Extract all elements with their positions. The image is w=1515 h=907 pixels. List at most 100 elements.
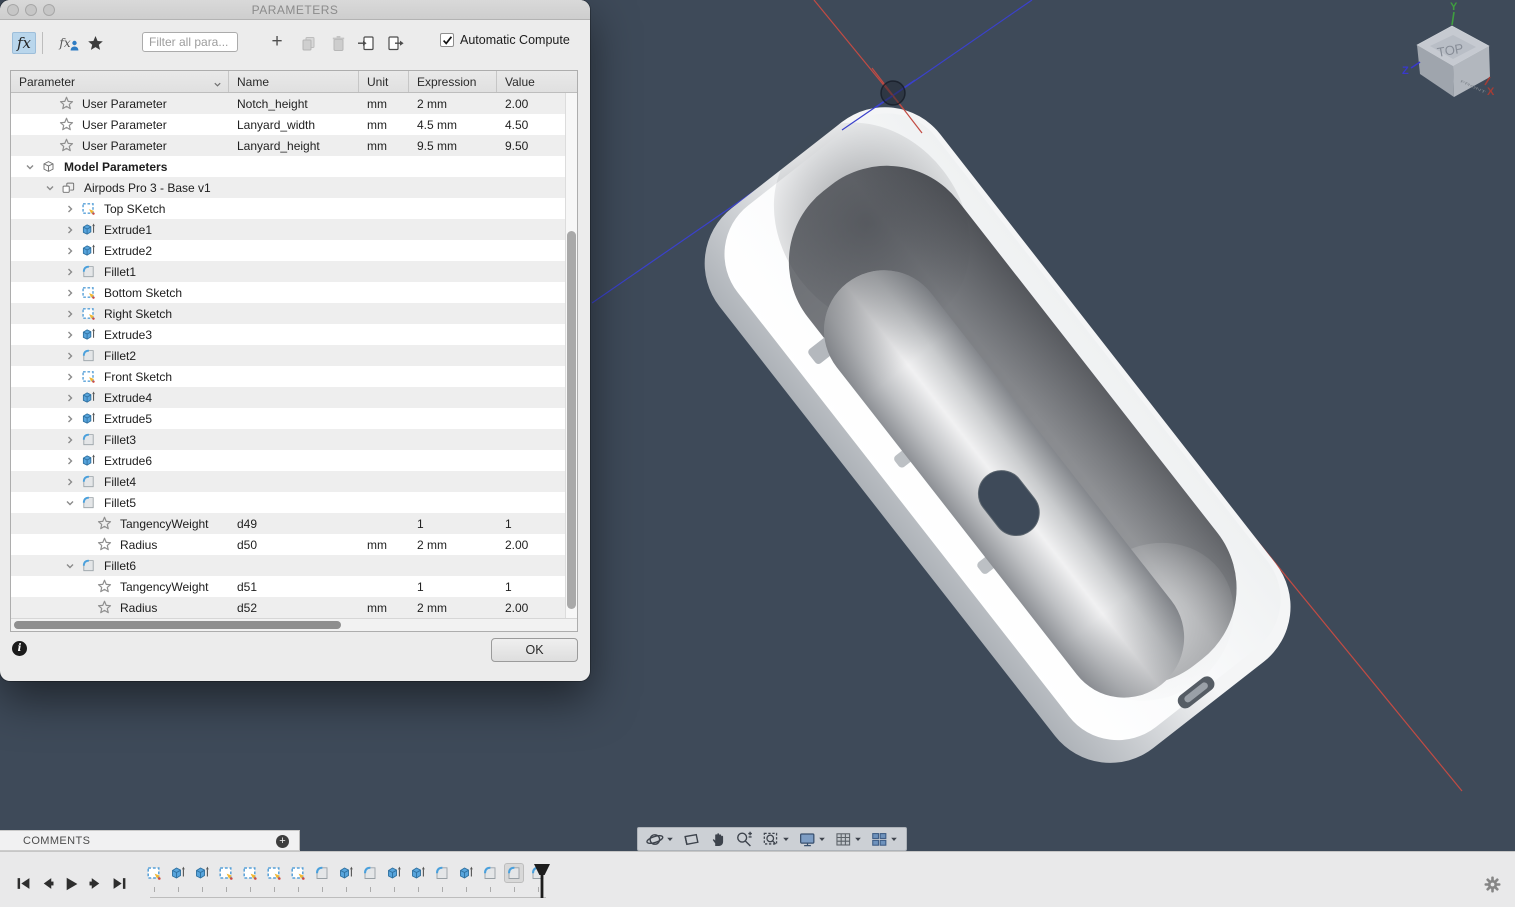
skip-start-button[interactable] (16, 876, 31, 891)
favorites-star-icon[interactable] (85, 32, 105, 54)
look-at-tool[interactable] (678, 828, 705, 850)
row-expression[interactable]: 1 (409, 517, 497, 531)
table-row[interactable]: Extrude3 (11, 324, 577, 345)
table-row[interactable]: Fillet6 (11, 555, 577, 576)
timeline-feature-sketch[interactable] (286, 863, 310, 892)
table-row[interactable]: User ParameterNotch_heightmm2 mm2.00 (11, 93, 577, 114)
column-unit[interactable]: Unit (359, 71, 409, 92)
table-row[interactable]: Radiusd52mm2 mm2.00 (11, 597, 577, 618)
table-row[interactable]: Fillet5 (11, 492, 577, 513)
view-cube[interactable]: TOP FRONT Y Z X (1398, 0, 1508, 110)
timeline-position-marker[interactable] (532, 862, 552, 902)
add-comment-icon[interactable]: + (276, 835, 289, 848)
table-row[interactable]: TangencyWeightd5111 (11, 576, 577, 597)
play-button[interactable] (64, 876, 79, 891)
column-name[interactable]: Name (229, 71, 359, 92)
row-expression[interactable]: 9.5 mm (409, 139, 497, 153)
automatic-compute-toggle[interactable]: Automatic Compute (440, 33, 570, 47)
chevron-right-icon[interactable] (65, 225, 75, 235)
table-row[interactable]: Radiusd50mm2 mm2.00 (11, 534, 577, 555)
horizontal-scrollbar[interactable] (11, 618, 577, 631)
table-row[interactable]: Extrude2 (11, 240, 577, 261)
table-row[interactable]: Front Sketch (11, 366, 577, 387)
table-row[interactable]: Bottom Sketch (11, 282, 577, 303)
vertical-scrollbar[interactable] (565, 93, 577, 618)
chevron-down-icon[interactable] (666, 835, 674, 843)
timeline-feature-extrude[interactable] (190, 863, 214, 892)
ok-button[interactable]: OK (491, 638, 578, 662)
table-row[interactable]: TangencyWeightd4911 (11, 513, 577, 534)
timeline-feature-extrude[interactable] (334, 863, 358, 892)
row-name[interactable]: Notch_height (229, 97, 359, 111)
chevron-right-icon[interactable] (65, 372, 75, 382)
table-row[interactable]: Extrude4 (11, 387, 577, 408)
table-row[interactable]: Model Parameters (11, 156, 577, 177)
table-row[interactable]: Fillet3 (11, 429, 577, 450)
timeline-feature-sketch[interactable] (142, 863, 166, 892)
chevron-right-icon[interactable] (65, 477, 75, 487)
grid-tool[interactable] (830, 828, 866, 850)
timeline-feature-fillet[interactable] (430, 863, 454, 892)
chevron-right-icon[interactable] (65, 351, 75, 361)
timeline-feature-extrude[interactable] (166, 863, 190, 892)
checkbox-checked-icon[interactable] (440, 33, 454, 47)
delete-icon[interactable] (327, 32, 349, 54)
timeline-feature-fillet[interactable] (358, 863, 382, 892)
filter-input[interactable] (142, 32, 238, 52)
step-back-button[interactable] (40, 876, 55, 891)
table-row[interactable]: Fillet1 (11, 261, 577, 282)
step-forward-button[interactable] (88, 876, 103, 891)
chevron-right-icon[interactable] (65, 435, 75, 445)
display-settings-tool[interactable] (794, 828, 830, 850)
row-name[interactable]: Lanyard_width (229, 118, 359, 132)
orbit-tool[interactable] (642, 828, 678, 850)
timeline-feature-sketch[interactable] (262, 863, 286, 892)
table-row[interactable]: User ParameterLanyard_heightmm9.5 mm9.50 (11, 135, 577, 156)
row-name[interactable]: Lanyard_height (229, 139, 359, 153)
sort-chevron-icon[interactable] (213, 78, 222, 92)
column-expression[interactable]: Expression (409, 71, 497, 92)
chevron-right-icon[interactable] (65, 204, 75, 214)
column-parameter[interactable]: Parameter (11, 71, 229, 92)
fx-user-button[interactable]: fx (56, 32, 82, 54)
info-icon[interactable]: i (12, 641, 27, 656)
table-row[interactable]: Extrude5 (11, 408, 577, 429)
table-row[interactable]: Extrude6 (11, 450, 577, 471)
timeline-feature-fillet[interactable] (310, 863, 334, 892)
timeline-feature-extrude[interactable] (406, 863, 430, 892)
timeline-feature-sketch[interactable] (238, 863, 262, 892)
table-row[interactable]: Fillet2 (11, 345, 577, 366)
row-expression[interactable]: 2 mm (409, 601, 497, 615)
dialog-titlebar[interactable]: PARAMETERS (0, 0, 590, 20)
user-parameter-fx-button[interactable]: fx (12, 32, 36, 54)
chevron-right-icon[interactable] (65, 309, 75, 319)
timeline-feature-extrude[interactable] (454, 863, 478, 892)
table-row[interactable]: User ParameterLanyard_widthmm4.5 mm4.50 (11, 114, 577, 135)
horizontal-scrollbar-thumb[interactable] (14, 621, 341, 629)
vertical-scrollbar-thumb[interactable] (567, 231, 576, 609)
chevron-down-icon[interactable] (890, 835, 898, 843)
column-value[interactable]: Value (497, 71, 565, 92)
zoom-tool[interactable] (731, 828, 758, 850)
export-icon[interactable] (384, 32, 406, 54)
chevron-right-icon[interactable] (65, 330, 75, 340)
table-row[interactable]: Right Sketch (11, 303, 577, 324)
viewports-tool[interactable] (866, 828, 902, 850)
chevron-right-icon[interactable] (65, 393, 75, 403)
chevron-down-icon[interactable] (25, 162, 35, 172)
row-name[interactable]: d51 (229, 580, 359, 594)
row-expression[interactable]: 2 mm (409, 538, 497, 552)
chevron-right-icon[interactable] (65, 267, 75, 277)
timeline-feature-extrude[interactable] (382, 863, 406, 892)
chevron-down-icon[interactable] (818, 835, 826, 843)
chevron-right-icon[interactable] (65, 414, 75, 424)
chevron-down-icon[interactable] (782, 835, 790, 843)
chevron-right-icon[interactable] (65, 456, 75, 466)
timeline-feature-sketch[interactable] (214, 863, 238, 892)
table-row[interactable]: Top SKetch (11, 198, 577, 219)
chevron-down-icon[interactable] (45, 183, 55, 193)
row-name[interactable]: d52 (229, 601, 359, 615)
import-icon[interactable] (355, 32, 377, 54)
chevron-down-icon[interactable] (65, 498, 75, 508)
chevron-down-icon[interactable] (854, 835, 862, 843)
